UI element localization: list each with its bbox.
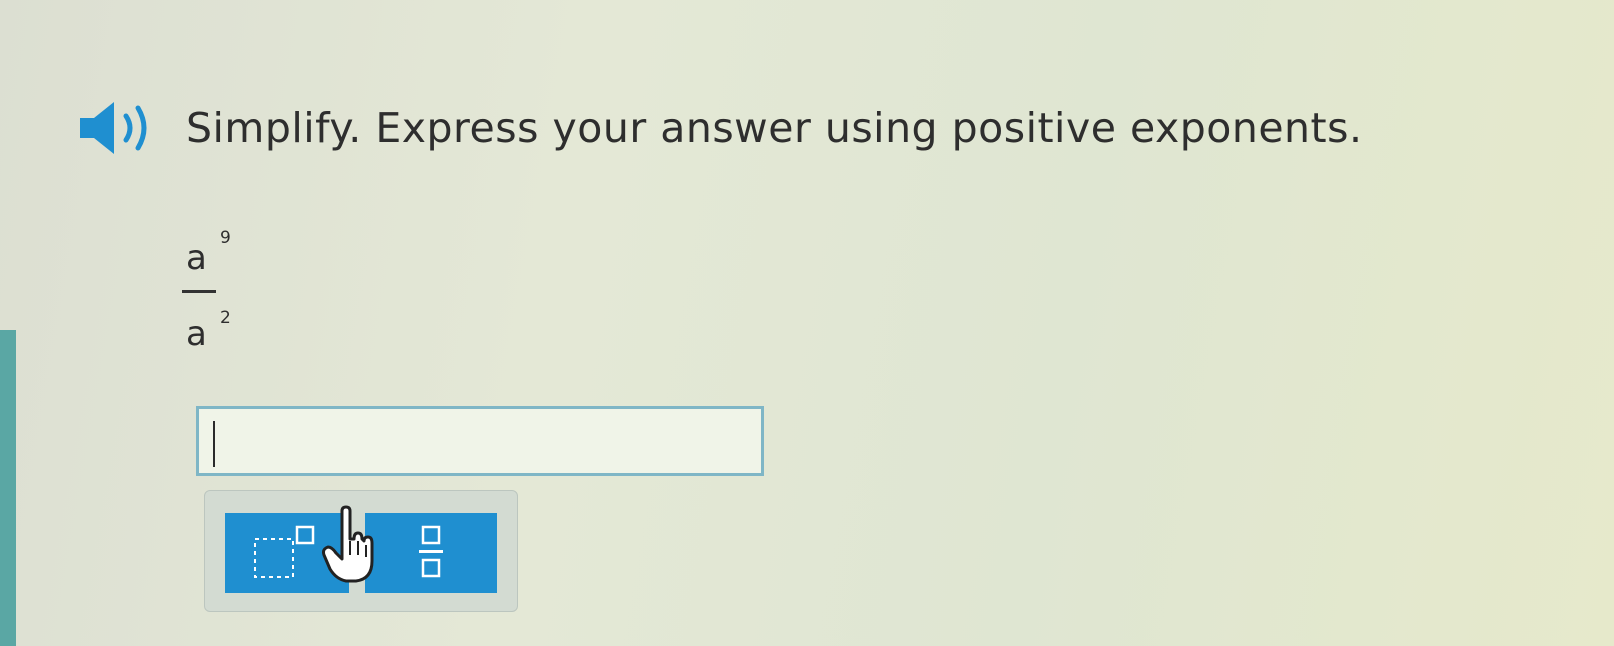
text-cursor xyxy=(213,421,215,467)
denominator-base: a xyxy=(186,314,207,354)
numerator-exponent: 9 xyxy=(220,228,231,248)
fraction-bar xyxy=(182,290,216,293)
given-expression: a 9 a 2 xyxy=(176,228,246,358)
hand-pointer-icon xyxy=(322,505,374,583)
denominator-exponent: 2 xyxy=(220,308,231,328)
fraction-button[interactable] xyxy=(365,513,497,593)
fraction-template-icon xyxy=(419,525,443,578)
speaker-icon[interactable] xyxy=(78,98,158,158)
left-edge-strip xyxy=(0,330,16,646)
numerator-base: a xyxy=(186,238,207,278)
answer-input[interactable] xyxy=(196,406,764,476)
question-prompt: Simplify. Express your answer using posi… xyxy=(186,104,1363,152)
question-header: Simplify. Express your answer using posi… xyxy=(78,98,1363,158)
